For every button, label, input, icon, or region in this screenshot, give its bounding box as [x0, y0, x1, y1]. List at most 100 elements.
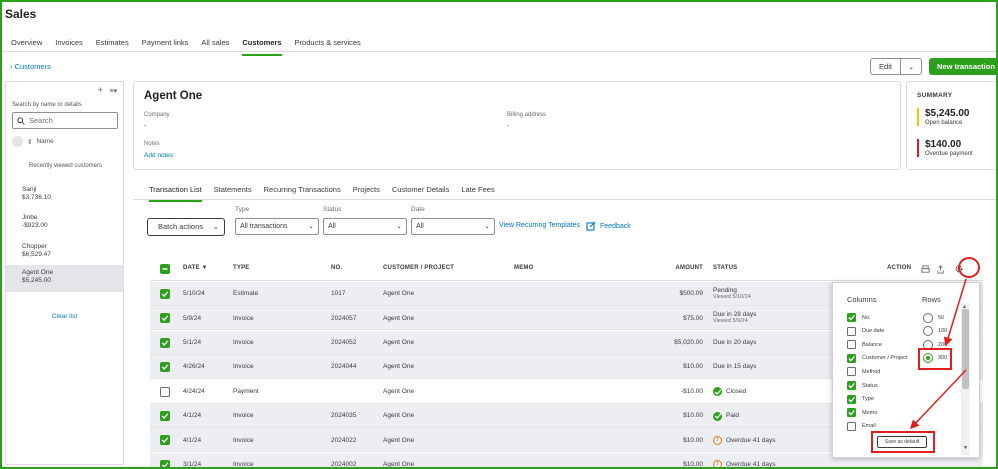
column-checkbox[interactable] — [847, 326, 856, 336]
column-option-label: Due date — [862, 328, 885, 335]
column-option[interactable]: Status — [847, 381, 878, 390]
feedback-link[interactable]: Feedback — [586, 221, 631, 231]
row-checkbox[interactable] — [160, 435, 170, 446]
row-checkbox[interactable] — [160, 289, 170, 299]
chevron-down-icon[interactable]: ⌄ — [901, 63, 921, 71]
col-date[interactable]: DATE ▼ — [183, 257, 208, 281]
select-all-checkbox[interactable] — [160, 264, 170, 274]
row-amount: -$10.00 — [680, 387, 703, 395]
status-check-icon — [713, 387, 722, 397]
chevron-down-icon: ⌄ — [484, 223, 490, 230]
row-type: Invoice — [233, 436, 254, 444]
view-recurring-templates-link[interactable]: View Recurring Templates — [499, 222, 580, 229]
row-checkbox[interactable] — [160, 337, 170, 348]
column-checkbox[interactable] — [847, 394, 856, 404]
search-help-text: Search by name or details — [12, 102, 82, 108]
row-type: Invoice — [233, 363, 254, 371]
row-amount: $10.00 — [683, 461, 703, 469]
scroll-down-icon[interactable]: ▼ — [963, 445, 968, 451]
column-option[interactable]: Customer / Project — [847, 353, 908, 363]
column-option[interactable]: Balance — [847, 340, 882, 350]
panel-scroll-thumb[interactable] — [962, 309, 969, 389]
tab-invoices[interactable]: Invoices — [55, 38, 83, 56]
column-checkbox[interactable] — [847, 381, 856, 390]
column-checkbox[interactable] — [847, 408, 856, 418]
col-no[interactable]: NO. — [331, 257, 342, 281]
row-checkbox[interactable] — [160, 362, 170, 373]
column-option-label: Method — [862, 368, 881, 375]
tab-products-services[interactable]: Products & services — [295, 38, 361, 56]
column-option[interactable]: Due date — [847, 326, 885, 336]
column-option[interactable]: Type — [847, 394, 874, 404]
row-customer: Agent One — [383, 387, 415, 395]
row-amount: $500.09 — [679, 290, 704, 298]
sort-arrows-icon[interactable]: ⇕ — [27, 138, 32, 146]
customer-list-item[interactable]: Agent One $5,245.00 — [6, 265, 123, 292]
batch-actions-button[interactable]: Batch actions ⌄ — [147, 218, 225, 236]
col-type[interactable]: TYPE — [233, 257, 249, 281]
rows-radio[interactable] — [923, 326, 933, 337]
open-balance-label: Open balance — [925, 120, 963, 126]
back-to-customers-link[interactable]: ‹ Customers — [10, 62, 51, 71]
column-checkbox[interactable] — [847, 340, 856, 350]
row-checkbox[interactable] — [160, 411, 170, 421]
row-type: Invoice — [233, 412, 254, 420]
row-checkbox[interactable] — [160, 386, 170, 397]
tab-customers[interactable]: Customers — [242, 38, 282, 56]
column-option[interactable]: Memo — [847, 408, 877, 418]
rows-radio[interactable] — [923, 313, 933, 323]
row-checkbox[interactable] — [160, 459, 170, 469]
row-checkbox[interactable] — [160, 313, 170, 324]
row-customer: Agent One — [383, 436, 415, 444]
column-option[interactable]: Method — [847, 367, 881, 377]
status-filter-value: All — [328, 223, 336, 230]
new-transaction-button[interactable]: New transaction — [929, 58, 998, 75]
print-icon[interactable] — [921, 264, 930, 274]
col-customer[interactable]: CUSTOMER / PROJECT — [383, 257, 454, 281]
tab-overview[interactable]: Overview — [11, 38, 42, 56]
customer-list-item[interactable]: Chopper $6,529.47 — [6, 239, 123, 266]
rows-option[interactable]: 100 — [923, 326, 948, 337]
col-status[interactable]: STATUS — [713, 257, 737, 281]
edit-button[interactable]: Edit ⌄ — [870, 58, 922, 75]
type-filter-label: Type — [235, 206, 250, 213]
row-status-cell: ! Overdue 41 days — [713, 428, 776, 452]
column-checkbox[interactable] — [847, 421, 856, 431]
type-filter-select[interactable]: All transactions ⌄ — [235, 218, 319, 235]
add-icon[interactable]: + — [98, 85, 103, 95]
row-date: 5/1/24 — [183, 339, 202, 347]
history-icon[interactable] — [12, 136, 23, 147]
customer-list-item[interactable]: Sanji $3,736.10 — [6, 182, 123, 209]
clear-list-link[interactable]: Clear list — [6, 313, 123, 320]
sidebar-search-input[interactable]: Search — [12, 112, 118, 129]
rows-option[interactable]: 50 — [923, 313, 944, 323]
list-menu-icon[interactable]: ≡▾ — [109, 88, 117, 95]
column-checkbox[interactable] — [847, 313, 856, 322]
column-option-label: Customer / Project — [862, 355, 908, 362]
notes-label: Notes — [144, 141, 160, 147]
add-notes-link[interactable]: Add notes — [144, 152, 173, 159]
customer-list-balance: $5,245.00 — [22, 277, 51, 284]
date-filter-select[interactable]: All ⌄ — [411, 218, 495, 235]
row-date: 4/26/24 — [183, 363, 205, 371]
tab-estimates[interactable]: Estimates — [96, 38, 129, 56]
scroll-up-icon[interactable]: ▲ — [962, 304, 967, 310]
column-option[interactable]: Email — [847, 421, 876, 431]
tab-all-sales[interactable]: All sales — [201, 38, 229, 56]
column-checkbox[interactable] — [847, 353, 856, 363]
status-filter-select[interactable]: All ⌄ — [323, 218, 407, 235]
export-icon[interactable] — [936, 264, 945, 274]
rows-option-label: 100 — [938, 328, 948, 335]
sort-label: Name — [36, 138, 54, 145]
sort-control[interactable]: ⇕ Name — [12, 136, 54, 147]
column-checkbox[interactable] — [847, 367, 856, 377]
col-memo[interactable]: MEMO — [514, 257, 533, 281]
row-type: Invoice — [233, 339, 254, 347]
customer-list-item[interactable]: Jinbe -$923.00 — [6, 210, 123, 237]
row-amount: $75.00 — [683, 314, 703, 322]
col-amount[interactable]: AMOUNT — [660, 257, 703, 281]
tab-payment-links[interactable]: Payment links — [142, 38, 189, 56]
page-title: Sales — [5, 7, 37, 21]
column-option[interactable]: No. — [847, 313, 871, 322]
annotation-box-save-default — [871, 431, 935, 453]
